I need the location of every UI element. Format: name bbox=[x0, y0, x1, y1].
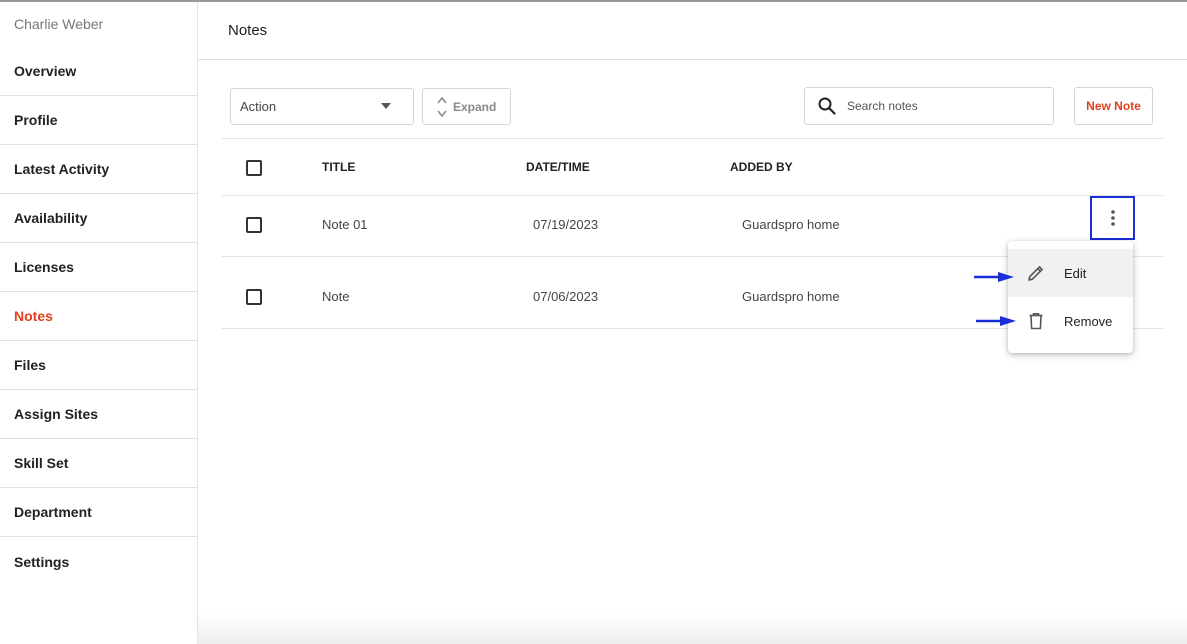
select-all-checkbox[interactable] bbox=[246, 160, 262, 176]
row-checkbox[interactable] bbox=[246, 289, 262, 305]
page-title: Notes bbox=[228, 22, 268, 39]
action-dropdown-label: Action bbox=[240, 99, 277, 114]
sidebar-item-department[interactable]: Department bbox=[0, 488, 197, 537]
menu-item-edit[interactable]: Edit bbox=[1008, 249, 1133, 297]
more-vertical-icon bbox=[1110, 210, 1115, 226]
bottom-shadow bbox=[198, 612, 1187, 644]
row-added-by: Guardspro home bbox=[742, 289, 840, 304]
sidebar-item-latest-activity[interactable]: Latest Activity bbox=[0, 145, 197, 194]
sidebar-item-licenses[interactable]: Licenses bbox=[0, 243, 197, 292]
row-context-menu: Edit Remove bbox=[1008, 241, 1133, 353]
row-title: Note 01 bbox=[322, 217, 368, 232]
sidebar-item-assign-sites[interactable]: Assign Sites bbox=[0, 390, 197, 439]
row-checkbox[interactable] bbox=[246, 217, 262, 233]
expand-button-label: Expand bbox=[453, 99, 497, 114]
sidebar-item-profile[interactable]: Profile bbox=[0, 96, 197, 145]
new-note-button[interactable]: New Note bbox=[1074, 87, 1153, 125]
row-title: Note bbox=[322, 289, 350, 304]
sidebar-item-settings[interactable]: Settings bbox=[0, 537, 197, 586]
column-header-title[interactable]: TITLE bbox=[322, 160, 355, 174]
search-icon bbox=[818, 97, 836, 115]
menu-item-remove[interactable]: Remove bbox=[1008, 297, 1133, 345]
trash-icon bbox=[1029, 313, 1043, 330]
notes-toolbar: Action Expand New Note bbox=[198, 60, 1187, 138]
menu-item-remove-label: Remove bbox=[1064, 313, 1113, 329]
column-header-added-by[interactable]: ADDED BY bbox=[730, 160, 793, 174]
row-actions-kebab-button[interactable] bbox=[1090, 196, 1135, 240]
expand-button[interactable]: Expand bbox=[422, 88, 511, 125]
sidebar: Charlie Weber Overview Profile Latest Ac… bbox=[0, 2, 198, 644]
row-datetime: 07/19/2023 bbox=[533, 217, 599, 232]
column-header-datetime[interactable]: DATE/TIME bbox=[526, 160, 590, 174]
search-box[interactable] bbox=[804, 87, 1054, 125]
annotation-arrow-icon bbox=[976, 316, 1016, 326]
sidebar-item-files[interactable]: Files bbox=[0, 341, 197, 390]
pencil-icon bbox=[1028, 266, 1043, 281]
menu-item-edit-label: Edit bbox=[1064, 265, 1087, 281]
expand-chevrons-icon bbox=[437, 96, 447, 117]
annotation-arrow-icon bbox=[974, 272, 1014, 282]
caret-down-icon bbox=[381, 103, 391, 109]
row-datetime: 07/06/2023 bbox=[533, 289, 599, 304]
sidebar-user-name: Charlie Weber bbox=[14, 16, 104, 32]
row-added-by: Guardspro home bbox=[742, 217, 840, 232]
page-header: Notes bbox=[198, 2, 1187, 60]
search-input[interactable] bbox=[847, 99, 1037, 113]
sidebar-item-overview[interactable]: Overview bbox=[0, 47, 197, 96]
sidebar-item-notes[interactable]: Notes bbox=[0, 292, 197, 341]
action-dropdown[interactable]: Action bbox=[230, 88, 414, 125]
sidebar-item-availability[interactable]: Availability bbox=[0, 194, 197, 243]
sidebar-item-skill-set[interactable]: Skill Set bbox=[0, 439, 197, 488]
table-header: TITLE DATE/TIME ADDED BY bbox=[222, 138, 1163, 196]
